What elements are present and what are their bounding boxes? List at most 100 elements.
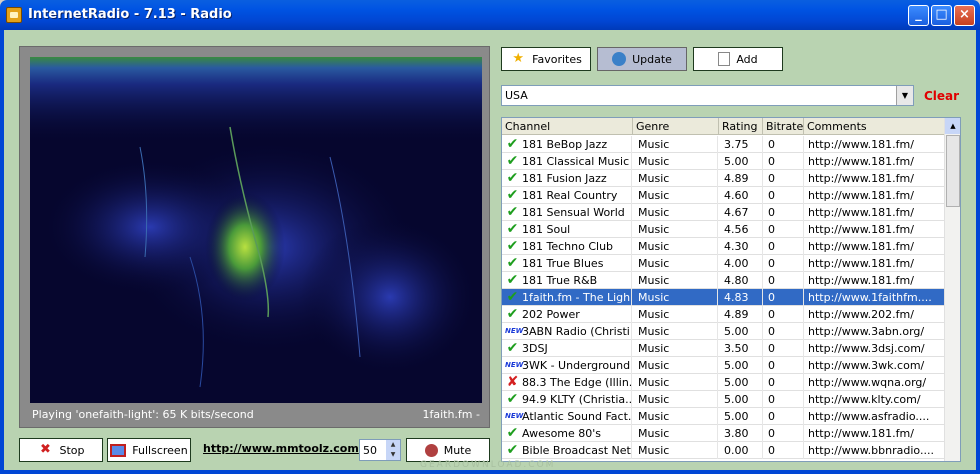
cell-bitrate: 0 (763, 153, 804, 170)
scrollbar-thumb[interactable] (946, 135, 960, 207)
dropdown-arrow-icon[interactable]: ▼ (896, 86, 913, 105)
volume-stepper[interactable]: ▲ ▼ (359, 439, 401, 461)
cell-genre: Music (633, 255, 718, 272)
cell-channel: 181 True R&B (502, 272, 632, 289)
cell-rating: 5.00 (719, 323, 763, 340)
table-row[interactable]: ✔ Bible Broadcast Net... Music 0.00 0 http://… (502, 442, 945, 459)
table-row[interactable]: ✔ 181 Techno Club Music 4.30 0 http://www.181… (502, 238, 945, 255)
cell-comments: http://www.klty.com/ (804, 391, 945, 408)
table-row[interactable]: NEW 3ABN Radio (Christi... Music 5.00 0 http:… (502, 323, 945, 340)
cell-bitrate: 0 (763, 289, 804, 306)
column-header-channel[interactable]: Channel (502, 118, 633, 135)
table-row[interactable]: ✔ 181 Fusion Jazz Music 4.89 0 http://www.181… (502, 170, 945, 187)
cell-rating: 4.80 (719, 272, 763, 289)
cell-channel: 202 Power (502, 306, 632, 323)
clear-button[interactable]: Clear (924, 89, 959, 103)
cell-bitrate: 0 (763, 272, 804, 289)
update-button[interactable]: Update (597, 47, 687, 71)
cell-rating: 4.60 (719, 187, 763, 204)
fullscreen-button[interactable]: Fullscreen (107, 438, 191, 462)
stop-button[interactable]: ✖ Stop (19, 438, 103, 462)
cell-genre: Music (633, 136, 718, 153)
table-row[interactable]: ✔ 94.9 KLTY (Christia... Music 5.00 0 http://… (502, 391, 945, 408)
cell-bitrate: 0 (763, 255, 804, 272)
cell-channel: 181 Techno Club (502, 238, 632, 255)
add-document-icon (718, 52, 731, 66)
stop-button-label: Stop (59, 443, 85, 457)
table-row[interactable]: ✔ 181 Sensual World Music 4.67 0 http://www.1… (502, 204, 945, 221)
cell-comments: http://www.bbnradio.... (804, 442, 945, 459)
cell-comments: http://www.181.fm/ (804, 204, 945, 221)
minimize-button[interactable]: _ (908, 5, 929, 26)
title-bar[interactable]: InternetRadio - 7.13 - Radio _ □ × (0, 0, 980, 30)
cell-rating: 3.80 (719, 425, 763, 442)
table-row[interactable]: ✔ 181 Soul Music 4.56 0 http://www.181.fm/ (502, 221, 945, 238)
table-row[interactable]: ✔ 3DSJ Music 3.50 0 http://www.3dsj.com/ (502, 340, 945, 357)
station-name-text: 1faith.fm - (422, 408, 480, 421)
table-row[interactable]: NEW 3WK - Underground... Music 5.00 0 http://… (502, 357, 945, 374)
volume-up-icon[interactable]: ▲ (386, 440, 400, 450)
cell-bitrate: 0 (763, 238, 804, 255)
add-button-label: Add (736, 52, 758, 66)
window-title: InternetRadio - 7.13 - Radio (28, 7, 232, 22)
cell-bitrate: 0 (763, 408, 804, 425)
cell-bitrate: 0 (763, 136, 804, 153)
cell-bitrate: 0 (763, 306, 804, 323)
cell-bitrate: 0 (763, 187, 804, 204)
spectrum-visualization (30, 57, 482, 403)
volume-input[interactable] (360, 440, 386, 460)
table-row[interactable]: ✔ 202 Power Music 4.89 0 http://www.202.fm/ (502, 306, 945, 323)
cell-rating: 5.00 (719, 391, 763, 408)
cell-channel: 94.9 KLTY (Christia... (502, 391, 632, 408)
cell-bitrate: 0 (763, 357, 804, 374)
cell-bitrate: 0 (763, 323, 804, 340)
vertical-scrollbar[interactable]: ▲ (944, 118, 960, 461)
scroll-up-icon[interactable]: ▲ (945, 118, 960, 134)
cell-comments: http://www.3dsj.com/ (804, 340, 945, 357)
add-button[interactable]: Add (693, 47, 783, 71)
cell-bitrate: 0 (763, 204, 804, 221)
cell-channel: 181 BeBop Jazz (502, 136, 632, 153)
cell-genre: Music (633, 442, 718, 459)
table-row[interactable]: ✔ 181 BeBop Jazz Music 3.75 0 http://www.181.… (502, 136, 945, 153)
cell-rating: 5.00 (719, 374, 763, 391)
close-button[interactable]: × (954, 5, 975, 26)
cell-rating: 4.67 (719, 204, 763, 221)
cell-comments: http://www.1faithfm.... (804, 289, 945, 306)
table-row[interactable]: ✘ 88.3 The Edge (Illin... Music 5.00 0 http:/… (502, 374, 945, 391)
website-link[interactable]: http://www.mmtoolz.com (203, 442, 359, 455)
channel-table: Channel Genre Rating Bitrate Comments ✔ 1… (501, 117, 961, 462)
cell-comments: http://www.3abn.org/ (804, 323, 945, 340)
table-row[interactable]: NEW Atlantic Sound Fact... Music 5.00 0 http:… (502, 408, 945, 425)
cell-comments: http://www.202.fm/ (804, 306, 945, 323)
table-row[interactable]: ✔ 181 True R&B Music 4.80 0 http://www.181.fm… (502, 272, 945, 289)
cell-channel: 181 Real Country (502, 187, 632, 204)
volume-down-icon[interactable]: ▼ (386, 450, 400, 460)
table-row[interactable]: ✔ 181 Classical Music Music 5.00 0 http://www… (502, 153, 945, 170)
column-header-genre[interactable]: Genre (633, 118, 719, 135)
cell-rating: 5.00 (719, 357, 763, 374)
favorites-button[interactable]: ★ Favorites (501, 47, 591, 71)
cell-bitrate: 0 (763, 425, 804, 442)
mute-button[interactable]: Mute (406, 438, 490, 462)
cell-genre: Music (633, 425, 718, 442)
globe-icon (612, 52, 627, 66)
cell-genre: Music (633, 238, 718, 255)
cell-comments: http://www.181.fm/ (804, 170, 945, 187)
country-select[interactable]: USA ▼ (501, 85, 914, 106)
cell-bitrate: 0 (763, 221, 804, 238)
cell-channel: Bible Broadcast Net... (502, 442, 632, 459)
table-row[interactable]: ✔ 1faith.fm - The Ligh... Music 4.83 0 http:/… (502, 289, 945, 306)
visualization-panel: Playing 'onefaith-light': 65 K bits/seco… (19, 46, 490, 428)
column-header-rating[interactable]: Rating (719, 118, 763, 135)
cell-channel: 181 Classical Music (502, 153, 632, 170)
column-header-comments[interactable]: Comments (804, 118, 945, 135)
cell-genre: Music (633, 272, 718, 289)
table-row[interactable]: ✔ 181 True Blues Music 4.00 0 http://www.181.… (502, 255, 945, 272)
playback-status-bar: Playing 'onefaith-light': 65 K bits/seco… (30, 407, 482, 423)
table-row[interactable]: ✔ Awesome 80's Music 3.80 0 http://www.181.fm… (502, 425, 945, 442)
cell-genre: Music (633, 204, 718, 221)
table-row[interactable]: ✔ 181 Real Country Music 4.60 0 http://www.18… (502, 187, 945, 204)
column-header-bitrate[interactable]: Bitrate (763, 118, 804, 135)
maximize-button[interactable]: □ (931, 5, 952, 26)
